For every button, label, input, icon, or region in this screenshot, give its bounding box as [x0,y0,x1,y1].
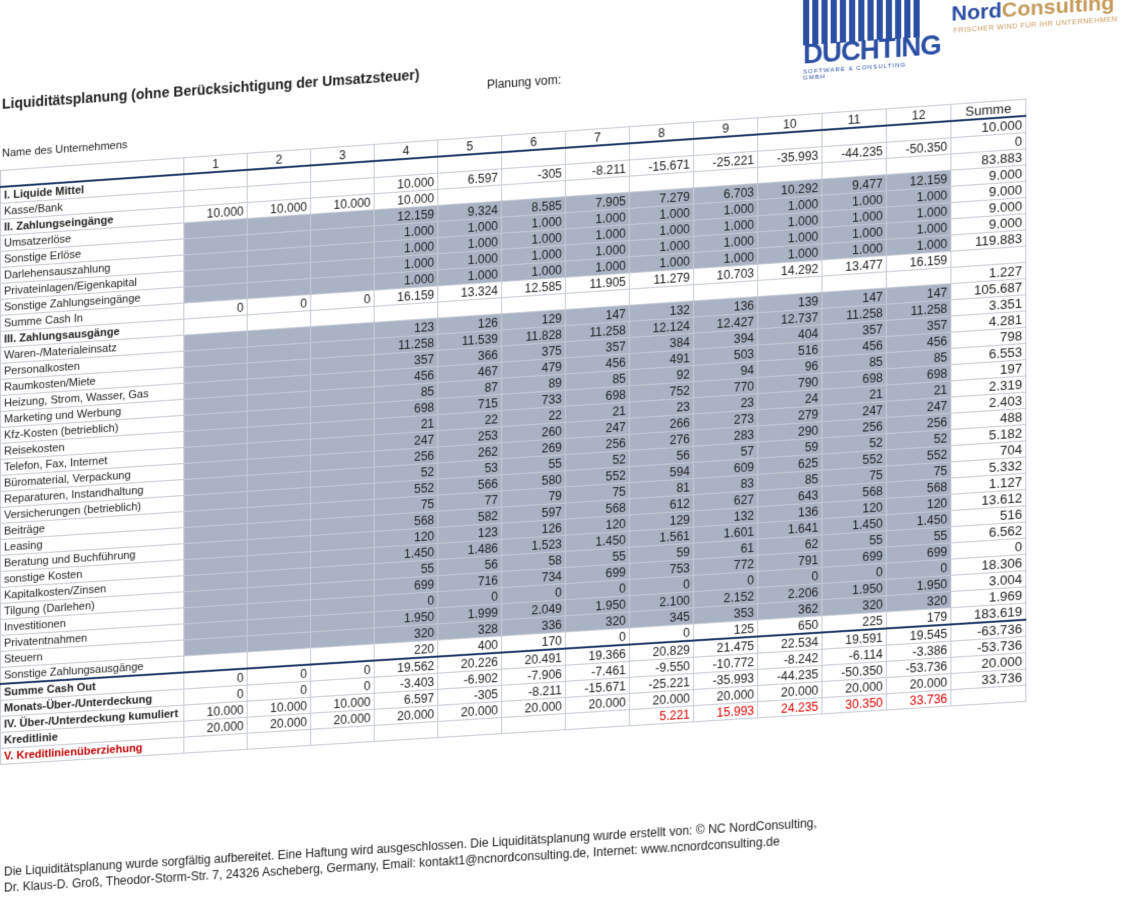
nord-word: Nord [951,0,1002,26]
planung-label: Planung vom: [486,72,562,92]
value-cell[interactable]: 5.221 [629,705,694,726]
page-title: Liquiditätsplanung (ohne Berücksichtigun… [1,66,420,112]
spreadsheet-sheet: DUCHTING SOFTWARE & CONSULTING GMBH NC N… [0,0,1123,923]
value-cell[interactable] [501,713,566,734]
value-cell[interactable]: 24.235 [757,697,822,718]
value-cell[interactable]: 15.993 [693,701,758,722]
nordconsulting-logo: NC NordConsulting FRISCHER WIND FÜR IHR … [951,0,1123,43]
value-cell[interactable] [310,725,375,746]
sum-cell[interactable] [950,685,1026,706]
value-cell[interactable] [374,721,438,742]
value-cell[interactable] [183,733,248,754]
liquidity-table: 1 2 3 4 5 6 7 8 9 10 11 12 Summe I. Liqu… [0,99,1026,765]
value-cell[interactable]: 30.350 [821,693,887,714]
company-name-label: Name des Unternehmens [1,139,128,160]
value-cell[interactable] [565,709,630,730]
value-cell[interactable] [247,729,311,750]
value-cell[interactable]: 33.736 [886,689,951,710]
table-body: 1 2 3 4 5 6 7 8 9 10 11 12 Summe I. Liqu… [0,99,1026,765]
footer-disclaimer: Die Liquiditätsplanung wurde sorgfältig … [4,815,817,896]
value-cell[interactable] [437,717,502,738]
duechting-logo: DUCHTING SOFTWARE & CONSULTING GMBH [803,0,941,82]
